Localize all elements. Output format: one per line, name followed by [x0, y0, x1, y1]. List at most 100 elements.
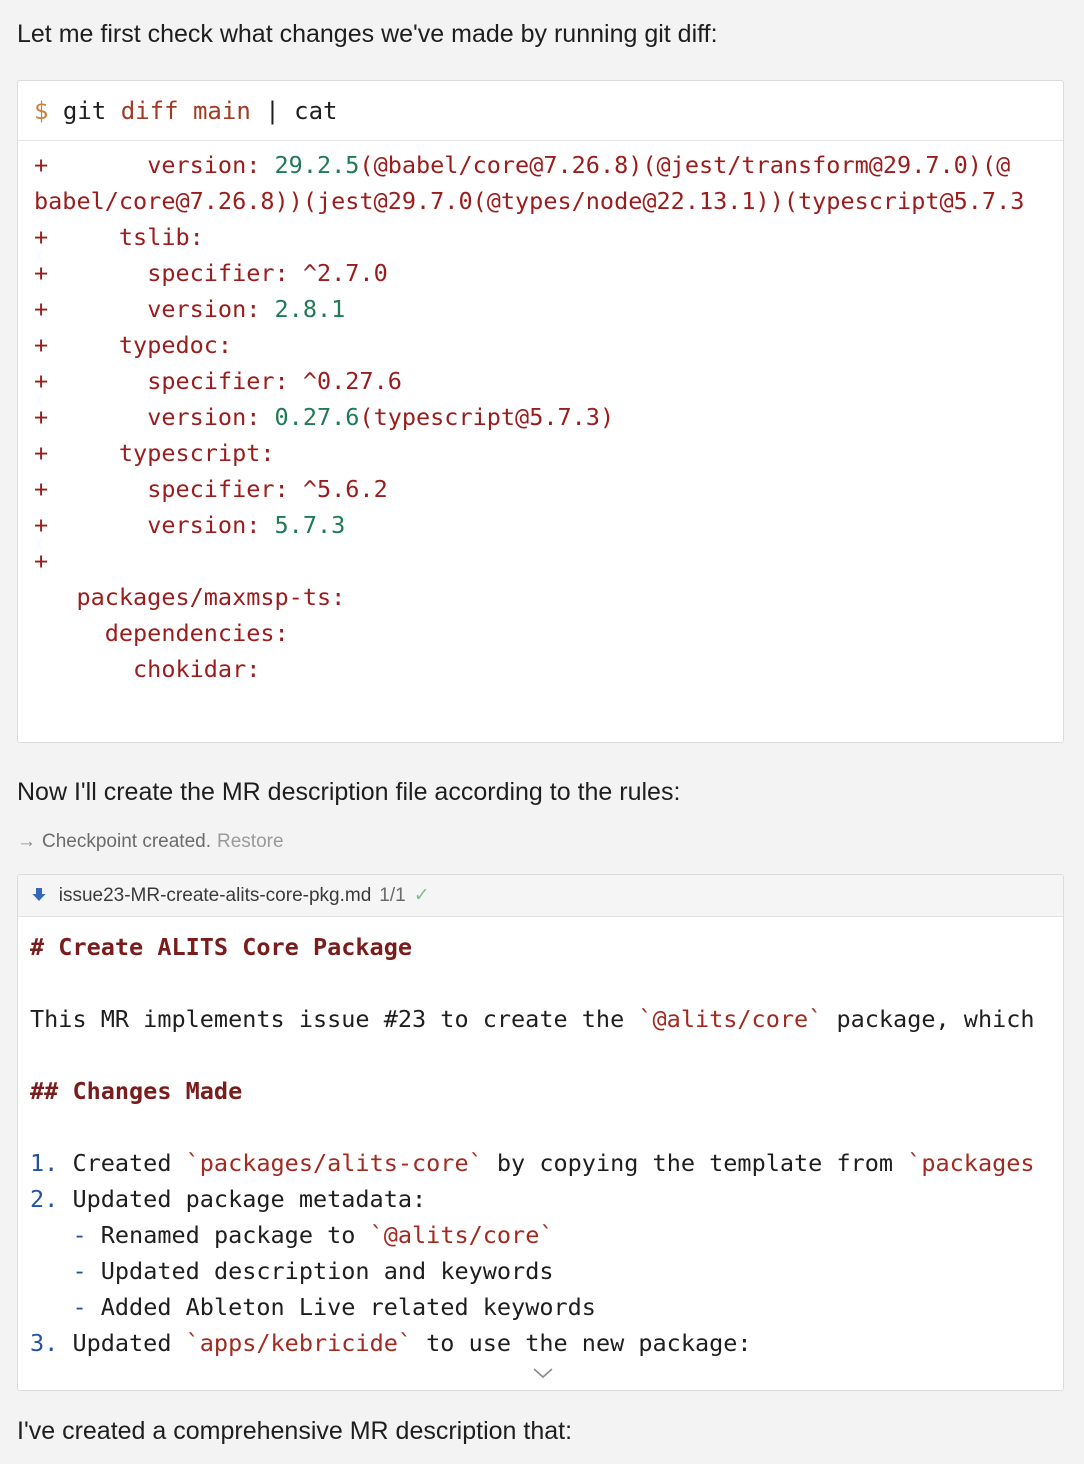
cmd-git: git: [62, 97, 107, 125]
diff-line: + specifier: ^0.27.6: [34, 363, 1063, 399]
diff-plus-marker: +: [34, 547, 49, 575]
list-bullet: -: [72, 1221, 87, 1249]
version-value: 29.2.5: [274, 151, 360, 179]
list-bullet: -: [72, 1257, 87, 1285]
diff-line: + version: 2.8.1: [34, 291, 1063, 327]
version-value: 5.7.3: [274, 511, 346, 539]
closing-text: I've created a comprehensive MR descript…: [17, 1417, 573, 1445]
diff-text: packages/maxmsp-ts:: [34, 583, 346, 611]
diff-line: +: [34, 543, 1063, 579]
diff-line: + typescript:: [34, 435, 1063, 471]
diff-line: + specifier: ^2.7.0: [34, 255, 1063, 291]
diff-line: + specifier: ^5.6.2: [34, 471, 1063, 507]
inline-code: `@alits/core`: [369, 1221, 554, 1249]
terminal-output: + version: 29.2.5(@babel/core@7.26.8)(@j…: [34, 147, 1063, 687]
md-text: by copying the template from: [482, 1149, 908, 1177]
md-text: Added Ableton Live related keywords: [86, 1293, 596, 1321]
diff-line: + version: 0.27.6(typescript@5.7.3): [34, 399, 1063, 435]
diff-text: chokidar:: [34, 655, 261, 683]
diff-line: packages/maxmsp-ts:: [34, 579, 1063, 615]
md-heading: # Create ALITS Core Package: [30, 929, 1063, 965]
md-line: This MR implements issue #23 to create t…: [30, 1001, 1063, 1037]
md-text: Renamed package to: [86, 1221, 370, 1249]
diff-line: + version: 5.7.3: [34, 507, 1063, 543]
diff-text: specifier: ^5.6.2: [48, 475, 388, 503]
list-number: 1.: [30, 1149, 59, 1177]
diff-text: (@babel/core@7.26.8)(@jest/transform@29.…: [359, 151, 1011, 179]
diff-line: chokidar:: [34, 651, 1063, 687]
md-line: - Updated description and keywords: [30, 1253, 1063, 1289]
cmd-diff: diff: [120, 97, 179, 125]
md-text: Updated package metadata:: [58, 1185, 427, 1213]
md-text: to use the new package:: [412, 1329, 752, 1357]
md-text: [30, 1257, 72, 1285]
md-line: 2. Updated package metadata:: [30, 1181, 1063, 1217]
list-number: 3.: [30, 1329, 59, 1357]
diff-plus-marker: +: [34, 151, 49, 179]
chevron-down-icon[interactable]: [532, 1366, 554, 1384]
diff-plus-marker: +: [34, 403, 49, 431]
md-text: Updated description and keywords: [86, 1257, 554, 1285]
file-count: 1/1: [379, 885, 406, 906]
diff-text: tslib:: [48, 223, 204, 251]
diff-text: specifier: ^2.7.0: [48, 259, 388, 287]
inline-code: `@alits/core`: [638, 1005, 823, 1033]
heading-text: # Create ALITS Core Package: [30, 933, 413, 961]
diff-plus-marker: +: [34, 223, 49, 251]
diff-plus-marker: +: [34, 367, 49, 395]
diff-text: typescript:: [48, 439, 275, 467]
second-text: Now I'll create the MR description file …: [17, 778, 681, 806]
diff-plus-marker: +: [34, 259, 49, 287]
md-line: - Added Ableton Live related keywords: [30, 1289, 1063, 1325]
md-text: [30, 1293, 72, 1321]
md-heading: ## Changes Made: [30, 1073, 1063, 1109]
diff-plus-marker: +: [34, 295, 49, 323]
checkpoint-row: → Checkpoint created. Restore: [17, 828, 284, 856]
diff-text: (typescript@5.7.3): [359, 403, 615, 431]
file-preview: issue23-MR-create-alits-core-pkg.md 1/1 ✓ …: [17, 874, 1064, 1391]
diff-text: version:: [48, 151, 275, 179]
diff-plus-marker: +: [34, 475, 49, 503]
list-number: 2.: [30, 1185, 59, 1213]
md-line: - Renamed package to `@alits/core`: [30, 1217, 1063, 1253]
terminal-command: $ git diff main | cat: [18, 81, 1063, 141]
download-arrow-icon: [32, 886, 51, 905]
inline-code: `packages/alits-core`: [185, 1149, 483, 1177]
md-text: package, which: [822, 1005, 1035, 1033]
file-name: issue23-MR-create-alits-core-pkg.md: [58, 885, 372, 906]
diff-text: version:: [48, 403, 275, 431]
diff-line: + version: 29.2.5(@babel/core@7.26.8)(@j…: [34, 147, 1063, 183]
terminal-block: $ git diff main | cat + version: 29.2.5(…: [17, 80, 1064, 743]
version-value: 0.27.6: [274, 403, 360, 431]
md-text: Created: [58, 1149, 186, 1177]
diff-text: dependencies:: [34, 619, 289, 647]
list-bullet: -: [72, 1293, 87, 1321]
intro-text: Let me first check what changes we've ma…: [17, 20, 718, 48]
diff-text: version:: [48, 295, 275, 323]
version-value: 2.8.1: [274, 295, 346, 323]
diff-plus-marker: +: [34, 511, 49, 539]
md-line: 1. Created `packages/alits-core` by copy…: [30, 1145, 1063, 1181]
diff-line: + typedoc:: [34, 327, 1063, 363]
diff-text: version:: [48, 511, 275, 539]
inline-code: `apps/kebricide`: [185, 1329, 413, 1357]
md-text: Updated: [58, 1329, 186, 1357]
file-content: # Create ALITS Core Package This MR impl…: [30, 929, 1063, 1361]
prompt-symbol: $: [34, 97, 49, 125]
md-text: [30, 1221, 72, 1249]
diff-plus-marker: +: [34, 439, 49, 467]
diff-line: dependencies:: [34, 615, 1063, 651]
md-line: 3. Updated `apps/kebricide` to use the n…: [30, 1325, 1063, 1361]
file-header[interactable]: issue23-MR-create-alits-core-pkg.md 1/1 ✓: [18, 875, 1063, 917]
checkpoint-label: Checkpoint created.: [42, 831, 211, 852]
inline-code: `packages: [907, 1149, 1035, 1177]
diff-text: babel/core@7.26.8))(jest@29.7.0(@types/n…: [34, 187, 1025, 215]
cmd-rest: | cat: [265, 97, 338, 125]
diff-text: typedoc:: [48, 331, 233, 359]
restore-link[interactable]: Restore: [217, 831, 284, 852]
arrow-right-icon: →: [17, 831, 36, 852]
md-text: This MR implements issue #23 to create t…: [30, 1005, 639, 1033]
